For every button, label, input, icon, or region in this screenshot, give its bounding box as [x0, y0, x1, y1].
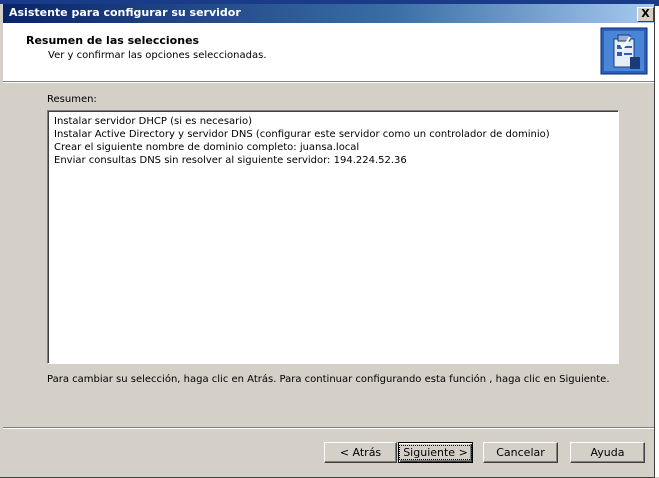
- back-button-label: < Atrás: [339, 446, 382, 459]
- title-bar[interactable]: Asistente para configurar su servidor X: [3, 4, 654, 23]
- footer-separator-highlight: [3, 428, 654, 429]
- close-icon: X: [641, 7, 650, 20]
- cancel-button[interactable]: Cancelar: [483, 442, 558, 463]
- next-button-label: Siguiente >: [399, 445, 472, 460]
- close-button[interactable]: X: [637, 7, 654, 22]
- summary-line: Instalar servidor DHCP (si es necesario): [54, 116, 253, 127]
- window-title: Asistente para configurar su servidor: [9, 6, 241, 19]
- instruction-text: Para cambiar su selección, haga clic en …: [47, 374, 610, 385]
- summary-textbox[interactable]: Instalar servidor DHCP (si es necesario)…: [47, 110, 619, 364]
- summary-line: Crear el siguiente nombre de dominio com…: [54, 142, 360, 153]
- wizard-header: Resumen de las selecciones Ver y confirm…: [3, 23, 654, 82]
- wizard-checklist-icon: [600, 27, 648, 75]
- help-button[interactable]: Ayuda: [570, 442, 645, 463]
- cancel-button-label: Cancelar: [496, 446, 545, 459]
- summary-line: Enviar consultas DNS sin resolver al sig…: [54, 155, 407, 166]
- next-button[interactable]: Siguiente >: [398, 442, 473, 463]
- page-title: Resumen de las selecciones: [26, 34, 200, 47]
- page-subtitle: Ver y confirmar las opciones seleccionad…: [48, 50, 267, 61]
- help-button-label: Ayuda: [590, 446, 625, 459]
- summary-line: Instalar Active Directory y servidor DNS…: [54, 129, 550, 140]
- back-button[interactable]: < Atrás: [324, 442, 397, 463]
- header-separator: [3, 82, 654, 83]
- summary-label: Resumen:: [47, 94, 97, 105]
